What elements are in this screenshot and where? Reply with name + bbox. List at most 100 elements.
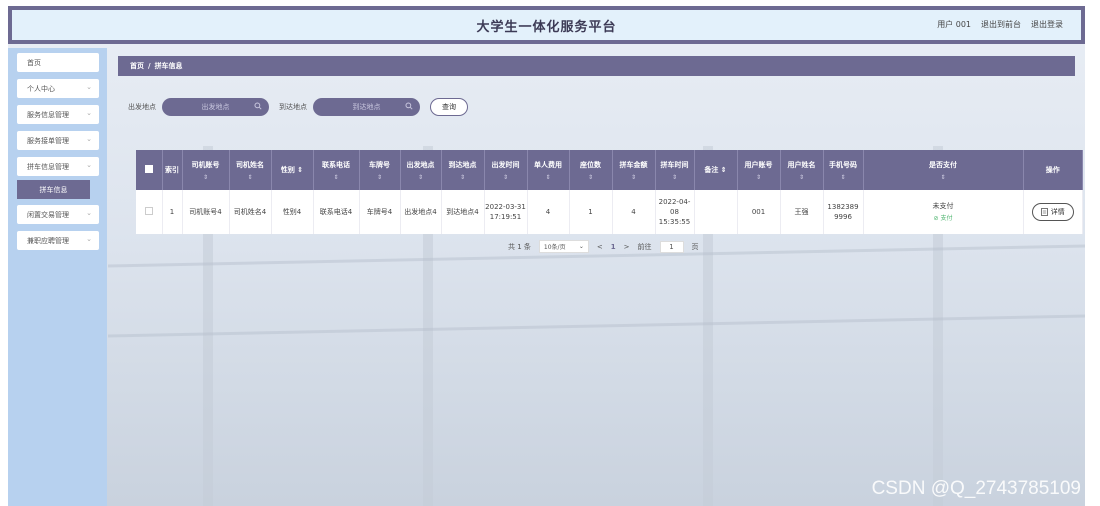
document-icon xyxy=(1040,208,1048,216)
cell-remark xyxy=(694,190,738,234)
exit-front-link[interactable]: 退出到前台 xyxy=(981,19,1021,30)
cell-phone: 联系电话4 xyxy=(313,190,360,234)
app-frame: 大学生一体化服务平台 用户 001 退出到前台 退出登录 首页 个人中心 ⌄ 服… xyxy=(8,6,1085,506)
depart-label: 出发地点 xyxy=(128,103,156,111)
column-header[interactable]: 备注 ⇕ xyxy=(694,150,738,190)
breadcrumb-home[interactable]: 首页 xyxy=(130,61,144,71)
column-header[interactable]: 出发地点 ⇕ xyxy=(400,150,442,190)
carpool-table: 索引 司机账号 ⇕ 司机姓名 ⇕ 性别 ⇕ 联系电话 ⇕ 车牌号 ⇕ 出发地点 ⇕ 到达地… xyxy=(136,150,1083,234)
sidebar-item-label: 个人中心 xyxy=(27,84,55,93)
search-icon xyxy=(405,102,413,110)
column-header[interactable]: 司机账号 ⇕ xyxy=(182,150,230,190)
cell-index: 1 xyxy=(162,190,183,234)
row-checkbox[interactable] xyxy=(144,206,153,215)
column-header[interactable]: 用户姓名 ⇕ xyxy=(780,150,824,190)
select-all-checkbox[interactable] xyxy=(144,165,153,173)
column-header[interactable]: 用户账号 ⇕ xyxy=(737,150,781,190)
pay-link[interactable]: ⊘ 支付 xyxy=(864,214,1023,224)
sidebar-item-service-orders[interactable]: 服务接单管理 ⌄ xyxy=(17,131,99,150)
sidebar-item-label: 服务信息管理 xyxy=(27,110,69,119)
chevron-down-icon: ⌄ xyxy=(86,109,92,117)
column-header[interactable]: 拼车时间 ⇕ xyxy=(655,150,695,190)
sidebar-item-personal-center[interactable]: 个人中心 ⌄ xyxy=(17,79,99,98)
sort-icon[interactable]: ⇕ xyxy=(442,174,484,181)
depart-field xyxy=(162,98,269,116)
search-icon xyxy=(254,102,262,110)
column-header: 索引 xyxy=(162,150,183,190)
column-header: 操作 xyxy=(1023,150,1083,190)
logout-link[interactable]: 退出登录 xyxy=(1031,19,1063,30)
watermark: CSDN @Q_2743785109 xyxy=(871,478,1081,499)
page-suffix: 页 xyxy=(691,242,699,251)
sidebar-item-carpool-management[interactable]: 拼车信息管理 ⌄ xyxy=(17,157,99,176)
arrive-input[interactable] xyxy=(331,103,402,111)
cell-gender: 性别4 xyxy=(271,190,314,234)
search-bar: 出发地点 到达地点 查询 xyxy=(118,97,468,117)
sort-icon[interactable]: ⇕ xyxy=(485,174,527,181)
sort-icon[interactable]: ⇕ xyxy=(781,174,823,181)
cell-amount: 4 xyxy=(612,190,656,234)
column-header[interactable]: 是否支付 ⇕ xyxy=(863,150,1024,190)
breadcrumb-separator: / xyxy=(148,62,151,70)
cell-actions: 详情 xyxy=(1023,190,1083,234)
select-all-header[interactable] xyxy=(136,150,163,190)
goto-input[interactable]: 1 xyxy=(659,240,684,253)
sort-icon[interactable]: ⇕ xyxy=(528,174,569,181)
sort-icon[interactable]: ⇕ xyxy=(230,174,271,181)
sort-icon[interactable]: ⇕ xyxy=(721,166,727,174)
cell-carpool-time: 2022-04-08 15:35:55 xyxy=(655,190,695,234)
cell-plate: 车牌号4 xyxy=(359,190,401,234)
sidebar-item-label: 服务接单管理 xyxy=(27,136,69,145)
sidebar-item-label: 闲置交易管理 xyxy=(27,210,69,219)
column-header[interactable]: 出发时间 ⇕ xyxy=(484,150,528,190)
row-select-cell[interactable] xyxy=(136,190,163,234)
sidebar-subitem-carpool-info[interactable]: 拼车信息 xyxy=(17,180,90,199)
detail-button[interactable]: 详情 xyxy=(1031,203,1074,221)
column-header[interactable]: 单人费用 ⇕ xyxy=(527,150,570,190)
column-header[interactable]: 联系电话 ⇕ xyxy=(313,150,360,190)
chevron-down-icon: ⌄ xyxy=(86,235,92,243)
detail-label: 详情 xyxy=(1050,208,1065,216)
sidebar-item-label: 兼职应聘管理 xyxy=(27,236,69,245)
cell-driver-account: 司机账号4 xyxy=(182,190,230,234)
page-size-select[interactable]: 10条/页 ⌄ xyxy=(538,240,589,253)
query-button[interactable]: 查询 xyxy=(430,98,468,116)
sort-icon[interactable]: ⇕ xyxy=(401,174,441,181)
column-header[interactable]: 座位数 ⇕ xyxy=(569,150,613,190)
column-header[interactable]: 到达地点 ⇕ xyxy=(441,150,485,190)
column-header[interactable]: 性别 ⇕ xyxy=(271,150,314,190)
breadcrumb: 首页 / 拼车信息 xyxy=(118,56,1075,76)
user-label: 用户 001 xyxy=(937,20,971,29)
sidebar-item-parttime[interactable]: 兼职应聘管理 ⌄ xyxy=(17,231,99,250)
sort-icon[interactable]: ⇕ xyxy=(297,166,303,174)
sort-icon[interactable]: ⇕ xyxy=(360,174,400,181)
sort-icon[interactable]: ⇕ xyxy=(738,174,780,181)
cell-depart: 出发地点4 xyxy=(400,190,442,234)
arrive-label: 到达地点 xyxy=(279,103,307,111)
pagination: 共 1 条 10条/页 ⌄ < 1 > 前往 1 页 xyxy=(508,240,699,253)
sort-icon[interactable]: ⇕ xyxy=(183,174,229,181)
column-header[interactable]: 手机号码 ⇕ xyxy=(823,150,864,190)
chevron-up-icon: ⌄ xyxy=(86,161,92,169)
current-page[interactable]: 1 xyxy=(611,243,616,251)
sort-icon[interactable]: ⇕ xyxy=(613,174,655,181)
next-page-button[interactable]: > xyxy=(624,243,630,251)
sort-icon[interactable]: ⇕ xyxy=(314,174,359,181)
column-header[interactable]: 拼车金额 ⇕ xyxy=(612,150,656,190)
sort-icon[interactable]: ⇕ xyxy=(656,174,694,181)
column-header[interactable]: 车牌号 ⇕ xyxy=(359,150,401,190)
sidebar-item-idle-trade[interactable]: 闲置交易管理 ⌄ xyxy=(17,205,99,224)
sidebar-item-home[interactable]: 首页 xyxy=(17,53,99,72)
sort-icon[interactable]: ⇕ xyxy=(824,174,863,181)
cell-arrive: 到达地点4 xyxy=(441,190,485,234)
chevron-down-icon: ⌄ xyxy=(86,135,92,143)
sort-icon[interactable]: ⇕ xyxy=(864,174,1023,181)
cell-mobile: 13823899996 xyxy=(823,190,864,234)
prev-page-button[interactable]: < xyxy=(597,243,603,251)
cell-driver-name: 司机姓名4 xyxy=(229,190,272,234)
depart-input[interactable] xyxy=(180,103,251,111)
background-decoration xyxy=(107,146,1085,506)
sidebar-item-service-info[interactable]: 服务信息管理 ⌄ xyxy=(17,105,99,124)
column-header[interactable]: 司机姓名 ⇕ xyxy=(229,150,272,190)
sort-icon[interactable]: ⇕ xyxy=(570,174,612,181)
